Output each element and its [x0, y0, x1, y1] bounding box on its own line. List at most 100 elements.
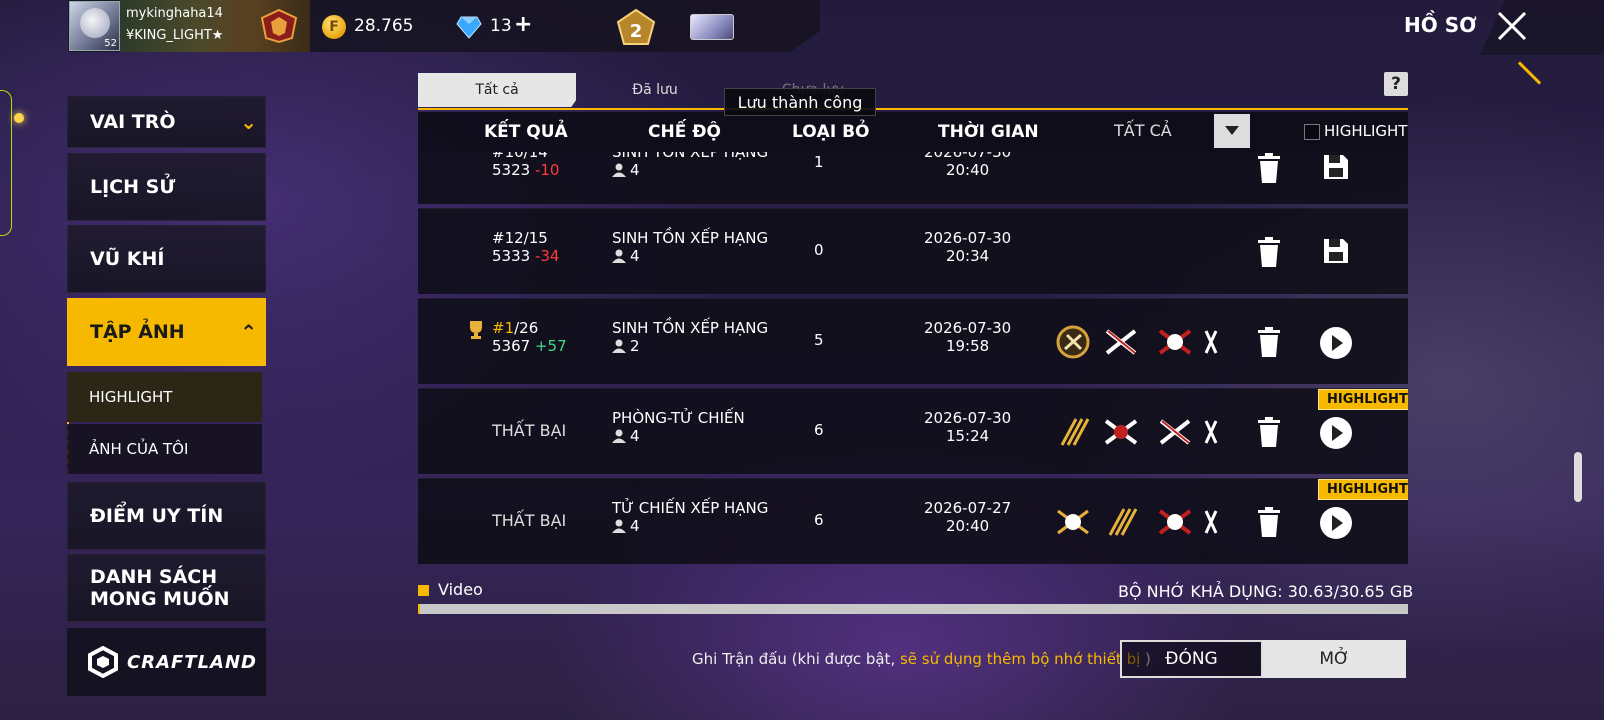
craftland-button[interactable]: CRAFTLAND — [67, 628, 266, 696]
trash-icon[interactable] — [1256, 417, 1282, 447]
rank-total: /26 — [514, 319, 539, 337]
sidebar-item-history[interactable]: LỊCH SỬ — [67, 153, 266, 221]
medal-icon — [1056, 325, 1090, 359]
tab-saved[interactable]: Đã lưu — [576, 73, 734, 107]
membership-card-icon[interactable] — [690, 14, 734, 40]
sidebar-item-reputation[interactable]: ĐIỂM UY TÍN — [67, 482, 266, 550]
kills: 6 — [814, 511, 824, 529]
result-cell: #10/14 5323 -10 — [492, 152, 559, 179]
gold-coin-icon: F — [322, 15, 346, 39]
video-legend-swatch — [418, 585, 429, 596]
table-row[interactable]: #1/26 5367 +57 SINH TỒN XẾP HẠNG 2 5 202… — [418, 298, 1408, 384]
points-delta: -34 — [534, 247, 560, 265]
chevron-down-icon: ⌄ — [240, 110, 257, 134]
time: 20:34 — [945, 247, 990, 265]
mode-cell: PHÒNG-TỬ CHIẾN 4 — [612, 409, 745, 445]
points: 5367 — [492, 337, 531, 355]
close-icon[interactable] — [1494, 8, 1530, 44]
side-pull-tab[interactable] — [0, 90, 12, 236]
table-row[interactable]: THẤT BẠI PHÒNG-TỬ CHIẾN 4 6 2026-07-30 1… — [418, 388, 1408, 474]
points-delta: -10 — [534, 161, 560, 179]
topup-button[interactable]: + — [514, 12, 532, 37]
rank: #12/15 — [492, 229, 548, 247]
table-row[interactable]: #12/15 5333 -34 SINH TỒN XẾP HẠNG 4 0 20… — [418, 208, 1408, 294]
coin-balance: 28.765 — [354, 16, 414, 36]
trash-icon[interactable] — [1256, 327, 1282, 357]
table-row[interactable]: THẤT BẠI TỬ CHIẾN XẾP HẠNG 4 6 2026-07-2… — [418, 478, 1408, 564]
play-icon[interactable] — [1320, 327, 1352, 359]
sidebar-subitem-label: ẢNH CỦA TÔI — [89, 440, 189, 458]
rank: #10/14 — [492, 152, 548, 161]
username: mykinghaha14 — [126, 6, 223, 21]
play-icon[interactable] — [1320, 507, 1352, 539]
diamond-icon — [456, 16, 482, 39]
skull-icon — [1104, 419, 1138, 445]
mode: SINH TỒN XẾP HẠNG — [612, 319, 769, 337]
player-icon — [612, 163, 626, 177]
highlight-checkbox[interactable] — [1304, 124, 1320, 140]
guild-name: ¥KING_LIGHT★ — [126, 28, 224, 43]
toggle-on-button[interactable]: MỞ — [1263, 640, 1406, 678]
player-level: 52 — [104, 38, 117, 49]
sidebar-item-label: ĐIỂM UY TÍN — [90, 505, 224, 527]
sidebar-item-weapons[interactable]: VŨ KHÍ — [67, 225, 266, 293]
crossed-swords-icon — [1159, 419, 1191, 445]
time-cell: 2026-07-30 15:24 — [924, 409, 1011, 445]
elite-pass-icon[interactable]: 2 — [614, 8, 658, 48]
mode: SINH TỒN XẾP HẠNG — [612, 229, 769, 247]
mode-cell: SINH TỒN XẾP HẠNG 4 — [612, 229, 768, 265]
record-toggle[interactable]: ĐÓNG MỞ — [1120, 640, 1406, 678]
player-count: 4 — [630, 161, 640, 179]
record-text: Ghi Trận đấu (khi được bật, — [692, 650, 900, 668]
tab-label: Tất cả — [475, 82, 519, 98]
diamond-balance: 13 — [490, 16, 512, 36]
col-kills: LOẠI BỎ — [792, 122, 870, 142]
claw-icon — [1060, 418, 1090, 446]
avatar[interactable]: 52 — [69, 1, 120, 51]
sidebar-subitem-highlight[interactable]: HIGHLIGHT — [67, 372, 262, 422]
points-delta: +57 — [534, 337, 567, 355]
filter-dropdown[interactable] — [1214, 114, 1250, 148]
sidebar-item-role[interactable]: VAI TRÒ ⌄ — [67, 96, 266, 148]
save-icon[interactable] — [1322, 153, 1350, 181]
result-cell: #1/26 5367 +57 — [492, 319, 567, 355]
time: 15:24 — [945, 427, 990, 445]
scrollbar-thumb[interactable] — [1574, 452, 1582, 502]
sidebar-item-label: DANH SÁCH MONG MUỐN — [90, 566, 230, 610]
play-icon[interactable] — [1320, 417, 1352, 449]
deco-line — [1517, 61, 1542, 85]
trash-icon[interactable] — [1256, 507, 1282, 537]
sidebar-subitem-my-photos[interactable]: ẢNH CỦA TÔI — [67, 424, 262, 474]
filter-label: TẤT CẢ — [1114, 121, 1172, 140]
player-icon — [612, 429, 626, 443]
record-match-label: Ghi Trận đấu (khi được bật, sẽ sử dụng t… — [692, 650, 1151, 668]
craftland-label: CRAFTLAND — [127, 651, 257, 673]
mode: TỬ CHIẾN XẾP HẠNG — [612, 499, 769, 517]
elite-rank: 2 — [630, 21, 643, 42]
trash-icon[interactable] — [1256, 153, 1282, 183]
player-count: 4 — [630, 247, 640, 265]
result-cell: #12/15 5333 -34 — [492, 229, 559, 265]
save-icon[interactable] — [1322, 237, 1350, 265]
highlight-filter-label: HIGHLIGHT — [1324, 122, 1408, 140]
badge-partial-icon — [1204, 510, 1218, 534]
trash-icon[interactable] — [1256, 237, 1282, 267]
points: 5333 — [492, 247, 531, 265]
player-icon — [612, 339, 626, 353]
help-button[interactable]: ? — [1384, 72, 1408, 96]
date: 2026-07-30 — [924, 319, 1012, 337]
sidebar-item-wishlist[interactable]: DANH SÁCH MONG MUỐN — [67, 554, 266, 622]
table-row[interactable]: #10/14 5323 -10 SINH TỒN XẾP HẠNG 4 1 20… — [418, 152, 1408, 204]
sidebar-item-gallery[interactable]: TẬP ẢNH ⌃ — [67, 298, 266, 366]
time-cell: 2026-07-30 19:58 — [924, 319, 1011, 355]
col-result: KẾT QUẢ — [484, 122, 568, 142]
kills: 6 — [814, 421, 824, 439]
toggle-off-button[interactable]: ĐÓNG — [1120, 640, 1263, 678]
toast-message: Lưu thành công — [724, 88, 876, 116]
rank-badge-icon[interactable] — [258, 8, 300, 44]
mode-cell: TỬ CHIẾN XẾP HẠNG 4 — [612, 499, 768, 535]
craftland-logo-icon — [88, 646, 118, 678]
tab-all[interactable]: Tất cả — [418, 73, 576, 107]
result-fail: THẤT BẠI — [492, 421, 567, 440]
time: 20:40 — [945, 161, 990, 179]
